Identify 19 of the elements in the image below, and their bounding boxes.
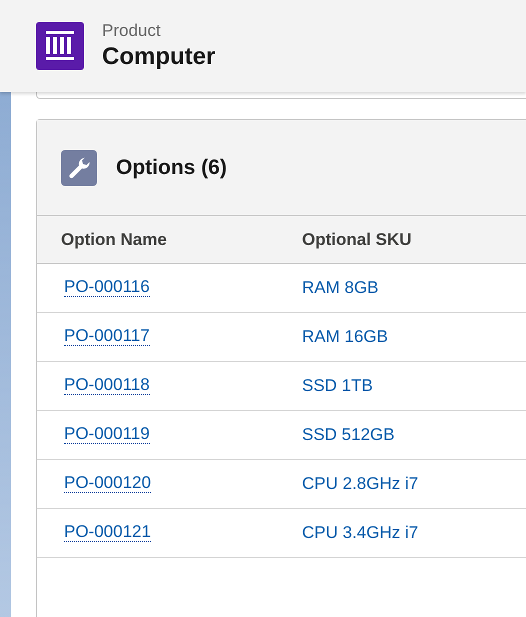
sku-link[interactable]: RAM 8GB	[302, 275, 379, 301]
product-icon	[36, 22, 84, 70]
sku-link[interactable]: CPU 3.4GHz i7	[302, 520, 418, 546]
sku-link[interactable]: SSD 512GB	[302, 422, 395, 448]
column-header: Optional SKU	[302, 228, 412, 251]
option-link[interactable]: PO-000116	[64, 277, 150, 297]
object-type-label: Product	[102, 20, 162, 42]
sku-link[interactable]: RAM 16GB	[302, 324, 388, 350]
sku-link[interactable]: SSD 1TB	[302, 373, 373, 399]
option-link[interactable]: PO-000118	[64, 375, 150, 395]
option-link[interactable]: PO-000117	[64, 326, 150, 346]
sku-link[interactable]: CPU 2.8GHz i7	[302, 471, 418, 497]
record-title: Computer	[102, 42, 216, 72]
wrench-icon	[61, 150, 97, 186]
card-title: Options (6)	[116, 154, 227, 181]
option-link[interactable]: PO-000119	[64, 424, 150, 444]
option-link[interactable]: PO-000120	[64, 473, 151, 493]
option-link[interactable]: PO-000121	[64, 522, 151, 542]
column-header: Option Name	[60, 228, 168, 251]
